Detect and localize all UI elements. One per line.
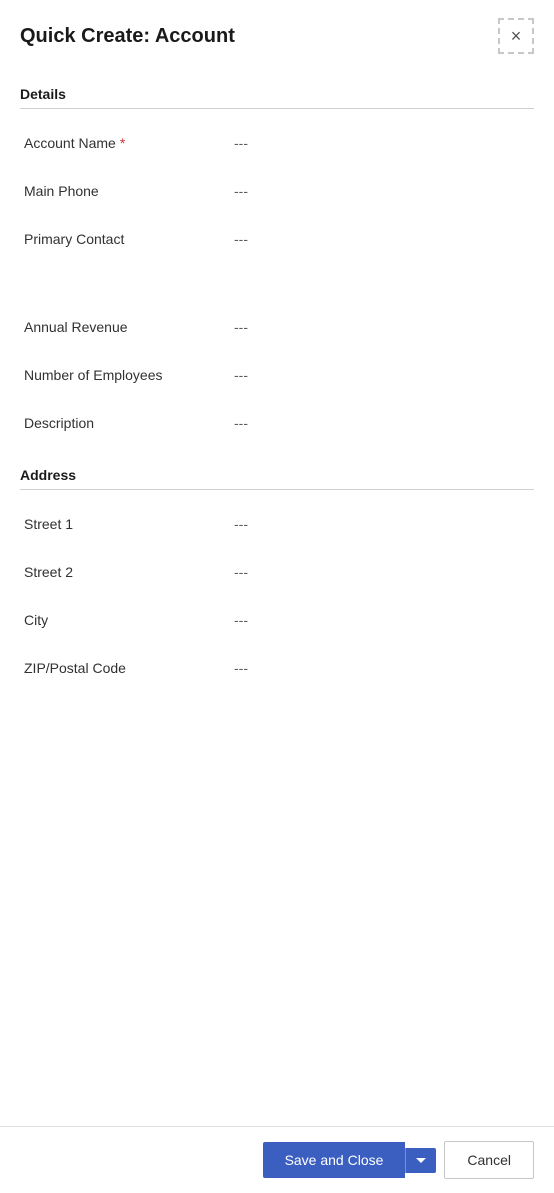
save-close-dropdown-button[interactable] xyxy=(405,1148,436,1173)
label-street-2: Street 2 xyxy=(24,564,224,580)
field-annual-revenue[interactable]: Annual Revenue --- xyxy=(20,303,534,351)
label-number-of-employees: Number of Employees xyxy=(24,367,224,383)
address-divider xyxy=(20,489,534,490)
quick-create-modal: Quick Create: Account × Details Account … xyxy=(0,0,554,1193)
modal-header: Quick Create: Account × xyxy=(0,0,554,66)
details-section: Details Account Name * --- Main Phone --… xyxy=(20,86,534,447)
details-divider xyxy=(20,108,534,109)
label-primary-contact: Primary Contact xyxy=(24,231,224,247)
value-number-of-employees: --- xyxy=(234,367,248,383)
label-annual-revenue: Annual Revenue xyxy=(24,319,224,335)
address-section-header: Address xyxy=(20,467,534,483)
label-city: City xyxy=(24,612,224,628)
value-zip-postal-code: --- xyxy=(234,660,248,676)
chevron-down-icon xyxy=(416,1158,426,1163)
modal-title: Quick Create: Account xyxy=(20,25,235,48)
label-description: Description xyxy=(24,415,224,431)
save-close-button[interactable]: Save and Close xyxy=(263,1142,406,1178)
label-street-1: Street 1 xyxy=(24,516,224,532)
value-account-name: --- xyxy=(234,135,248,151)
value-primary-contact: --- xyxy=(234,231,248,247)
close-button[interactable]: × xyxy=(498,18,534,54)
address-section: Address Street 1 --- Street 2 --- City -… xyxy=(20,467,534,692)
label-main-phone: Main Phone xyxy=(24,183,224,199)
field-number-of-employees[interactable]: Number of Employees --- xyxy=(20,351,534,399)
required-star-account-name: * xyxy=(120,135,125,151)
modal-body: Details Account Name * --- Main Phone --… xyxy=(0,66,554,1126)
field-city[interactable]: City --- xyxy=(20,596,534,644)
value-description: --- xyxy=(234,415,248,431)
field-main-phone[interactable]: Main Phone --- xyxy=(20,167,534,215)
value-annual-revenue: --- xyxy=(234,319,248,335)
value-main-phone: --- xyxy=(234,183,248,199)
field-account-name[interactable]: Account Name * --- xyxy=(20,119,534,167)
field-zip-postal-code[interactable]: ZIP/Postal Code --- xyxy=(20,644,534,692)
spacer-details xyxy=(20,263,534,303)
value-street-2: --- xyxy=(234,564,248,580)
bottom-spacer xyxy=(20,692,534,972)
cancel-button[interactable]: Cancel xyxy=(444,1141,534,1179)
field-description[interactable]: Description --- xyxy=(20,399,534,447)
label-zip-postal-code: ZIP/Postal Code xyxy=(24,660,224,676)
field-street-1[interactable]: Street 1 --- xyxy=(20,500,534,548)
value-street-1: --- xyxy=(234,516,248,532)
modal-footer: Save and Close Cancel xyxy=(0,1126,554,1193)
details-section-header: Details xyxy=(20,86,534,102)
value-city: --- xyxy=(234,612,248,628)
label-account-name: Account Name * xyxy=(24,135,224,151)
field-primary-contact[interactable]: Primary Contact --- xyxy=(20,215,534,263)
field-street-2[interactable]: Street 2 --- xyxy=(20,548,534,596)
